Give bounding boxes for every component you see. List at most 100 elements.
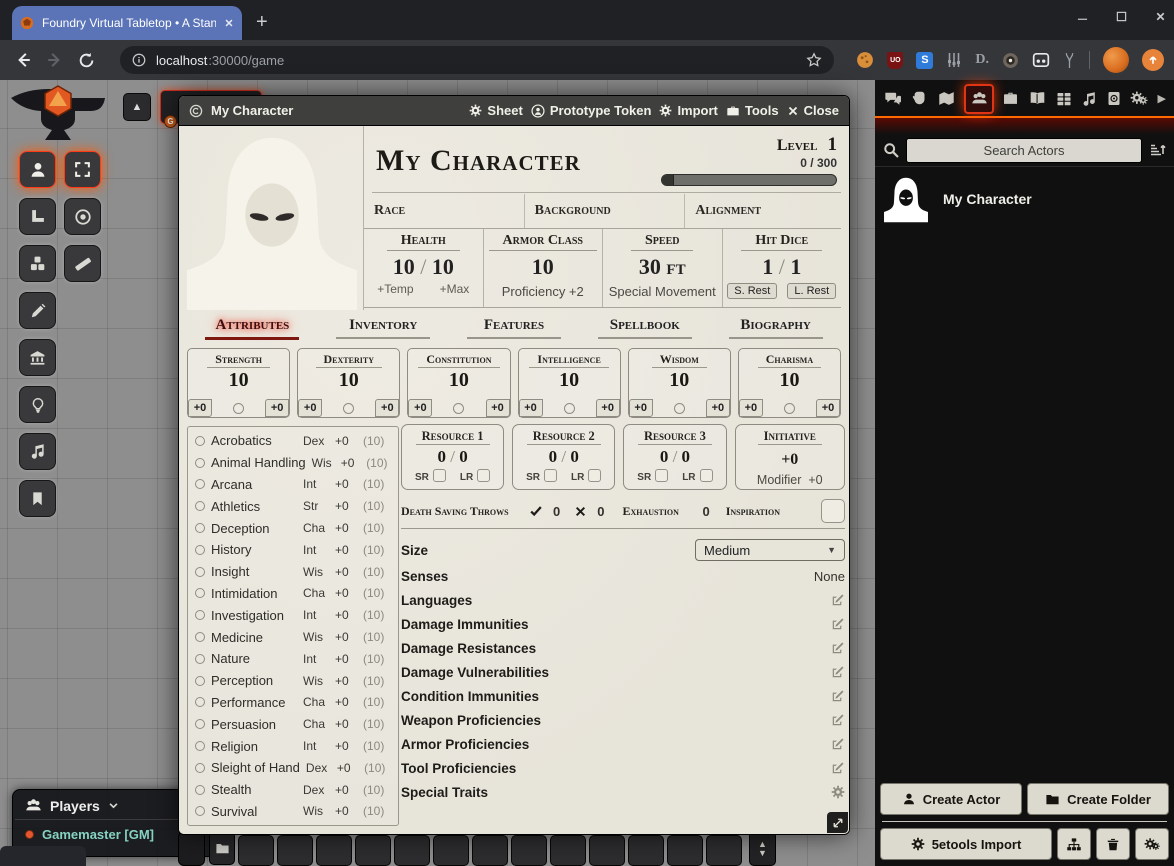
long-rest-checkbox[interactable] [700,469,713,482]
skill-name[interactable]: Perception [211,673,297,688]
skill-proficiency-radio[interactable] [195,806,205,816]
skill-name[interactable]: Athletics [211,499,297,514]
skill-row[interactable]: Acrobatics Dex +0 (10) [188,430,398,452]
ability-save[interactable]: +0 [629,399,653,417]
skill-proficiency-radio[interactable] [195,632,205,642]
skill-row[interactable]: Intimidation Cha +0 (10) [188,583,398,605]
skill-row[interactable]: Survival Wis +0 (10) [188,801,398,823]
skill-name[interactable]: Performance [211,695,297,710]
edit-icon[interactable] [831,665,845,679]
ability-value[interactable]: 10 [559,369,579,392]
death-fail-count[interactable]: 0 [597,504,604,519]
token-controls-button[interactable] [19,151,56,188]
actor-entry[interactable]: My Character [883,175,1166,223]
macro-slot[interactable] [511,835,547,866]
proficiency-radio[interactable] [674,403,685,414]
tab-actors-icon[interactable] [964,84,994,114]
long-rest-button[interactable]: L. Rest [787,283,836,299]
wall-controls-button[interactable] [19,339,56,376]
ability-mod[interactable]: +0 [265,399,289,417]
skill-proficiency-radio[interactable] [195,676,205,686]
browser-update-icon[interactable] [1142,49,1164,71]
detail-field[interactable]: Alignment [685,194,845,228]
macro-slot[interactable] [277,835,313,866]
ability-block[interactable]: Charisma 10 +0 +0 [738,348,841,418]
hotbar-page-control[interactable]: ▲ ▼ [749,831,776,866]
stylus-extension-icon[interactable]: S [916,52,933,69]
macro-slot[interactable] [238,835,274,866]
skill-row[interactable]: Sleight of Hand Dex +0 (10) [188,757,398,779]
skill-name[interactable]: Intimidation [211,586,297,601]
macro-slot[interactable] [472,835,508,866]
skill-proficiency-radio[interactable] [195,479,205,489]
proficiency-radio[interactable] [343,403,354,414]
skill-proficiency-radio[interactable] [195,654,205,664]
edit-icon[interactable] [831,689,845,703]
create-folder-button[interactable]: Create Folder [1027,783,1169,815]
skill-row[interactable]: Stealth Dex +0 (10) [188,779,398,801]
proficiency-radio[interactable] [233,403,244,414]
ability-value[interactable]: 10 [669,369,689,392]
proficiency-radio[interactable] [453,403,464,414]
initiative-block[interactable]: Initiative +0 Modifier +0 [735,424,846,490]
macro-slot[interactable] [667,835,703,866]
new-tab-button[interactable]: + [256,12,268,32]
sheet-tab[interactable]: Inventory [318,314,449,346]
target-tool-button[interactable] [64,198,101,235]
ability-save[interactable]: +0 [408,399,432,417]
ability-save[interactable]: +0 [739,399,763,417]
skill-row[interactable]: Persuasion Cha +0 (10) [188,713,398,735]
close-button[interactable]: Close [787,103,839,118]
macro-slot[interactable] [589,835,625,866]
death-success-count[interactable]: 0 [553,504,560,519]
skill-row[interactable]: Deception Cha +0 (10) [188,517,398,539]
skill-name[interactable]: Acrobatics [211,433,297,448]
skill-name[interactable]: Animal Handling [211,455,306,470]
actor-name[interactable]: My Character [943,191,1032,207]
minimize-icon[interactable] [1077,11,1088,22]
skill-name[interactable]: Deception [211,521,297,536]
skill-proficiency-radio[interactable] [195,436,205,446]
skill-row[interactable]: Animal Handling Wis +0 (10) [188,452,398,474]
detail-field[interactable]: Background [525,194,686,228]
sidebar-collapse-icon[interactable]: ▶ [1157,92,1165,105]
drawing-controls-button[interactable] [19,292,56,329]
fivetools-import-button[interactable]: 5etools Import [880,828,1052,860]
forward-icon[interactable] [46,51,64,69]
skill-row[interactable]: Performance Cha +0 (10) [188,692,398,714]
senses-row[interactable]: Senses None [401,564,845,588]
close-window-icon[interactable] [1155,11,1166,22]
ability-mod[interactable]: +0 [596,399,620,417]
back-icon[interactable] [14,51,32,69]
resource-block[interactable]: Resource 2 0 / 0 SR LR [512,424,615,490]
ruler-tool-button[interactable] [64,245,101,282]
skill-proficiency-radio[interactable] [195,458,205,468]
skill-proficiency-radio[interactable] [195,785,205,795]
inspiration-checkbox[interactable] [821,499,845,523]
macro-slot[interactable] [706,835,742,866]
level-value[interactable]: 1 [828,134,838,155]
skill-proficiency-radio[interactable] [195,567,205,577]
tab-playlists-icon[interactable] [1081,91,1097,107]
edit-icon[interactable] [831,737,845,751]
skill-row[interactable]: Investigation Int +0 (10) [188,604,398,626]
config-gear-icon[interactable] [831,785,845,799]
ability-value[interactable]: 10 [449,369,469,392]
skill-proficiency-radio[interactable] [195,697,205,707]
tab-journal-icon[interactable] [1028,90,1047,107]
tab-settings-icon[interactable] [1130,90,1149,107]
short-rest-checkbox[interactable] [544,469,557,482]
url-bar[interactable]: localhost:30000/game [120,46,834,74]
character-portrait[interactable] [183,130,361,310]
skill-proficiency-radio[interactable] [195,545,205,555]
skill-row[interactable]: History Int +0 (10) [188,539,398,561]
skill-name[interactable]: Nature [211,651,297,666]
xp-text[interactable]: 0 / 300 [777,156,837,170]
tab-items-icon[interactable] [1002,90,1019,107]
ability-block[interactable]: Constitution 10 +0 +0 [407,348,510,418]
skill-proficiency-radio[interactable] [195,719,205,729]
tab-combat-icon[interactable] [911,90,928,107]
skill-name[interactable]: Survival [211,804,297,819]
sort-icon[interactable] [1149,142,1166,158]
ability-mod[interactable]: +0 [816,399,840,417]
